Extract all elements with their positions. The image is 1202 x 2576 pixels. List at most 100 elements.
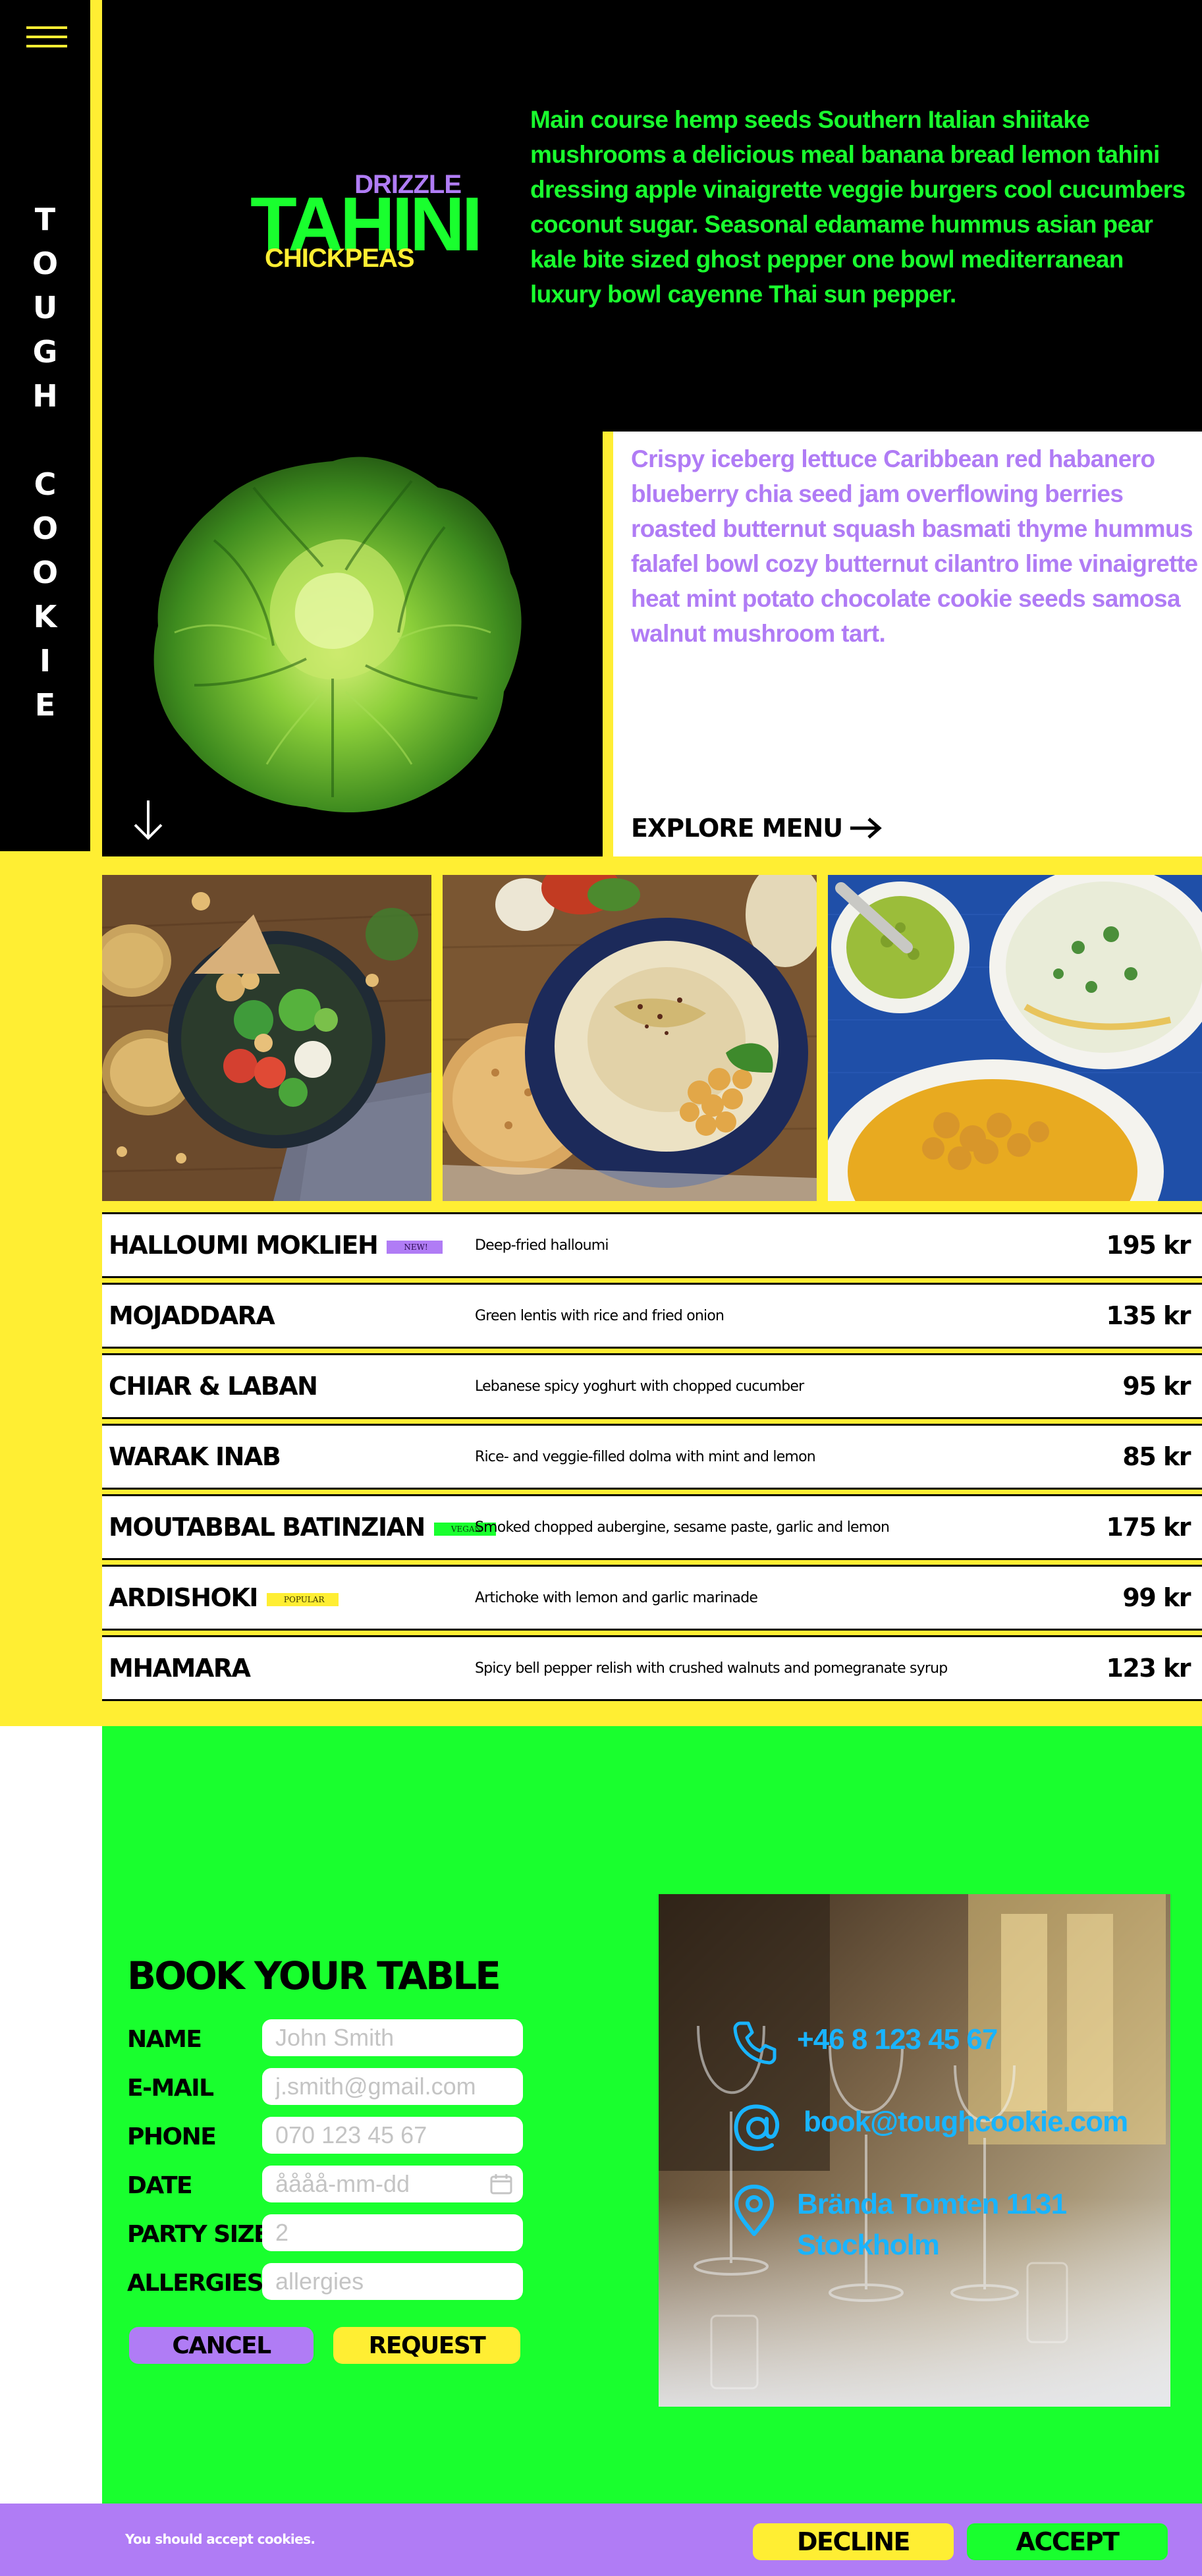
brand-letter: O bbox=[32, 555, 59, 590]
dish-price: 135 kr bbox=[1106, 1301, 1191, 1330]
booking-buttons: CANCEL REQUEST bbox=[127, 2327, 529, 2366]
party-size-input[interactable] bbox=[262, 2214, 523, 2251]
brand-letter: I bbox=[39, 643, 51, 679]
lettuce-image bbox=[153, 457, 522, 812]
menu-item[interactable]: WARAK INAB Rice- and veggie-filled dolma… bbox=[102, 1424, 1202, 1490]
allergies-input[interactable] bbox=[262, 2263, 523, 2300]
dish-name: ARDISHOKI POPULAR bbox=[109, 1583, 339, 1612]
dish-name-text: MOUTABBAL BATINZIAN bbox=[109, 1513, 425, 1542]
form-row-email: E-MAIL bbox=[127, 2068, 529, 2117]
explore-menu-link[interactable]: EXPLORE MENU bbox=[631, 814, 882, 843]
calendar-icon[interactable] bbox=[489, 2173, 513, 2195]
dish-description: Artichoke with lemon and garlic marinade bbox=[475, 1589, 758, 1606]
dish-name-text: CHIAR & LABAN bbox=[109, 1372, 318, 1401]
phone-label: PHONE bbox=[127, 2123, 217, 2150]
cancel-button[interactable]: CANCEL bbox=[129, 2327, 314, 2364]
at-icon bbox=[734, 2104, 780, 2151]
brand-letter: O bbox=[32, 511, 59, 546]
decline-cookies-button[interactable]: DECLINE bbox=[753, 2523, 954, 2560]
dish-name-text: HALLOUMI MOKLIEH bbox=[109, 1231, 379, 1260]
dish-description: Spicy bell pepper relish with crushed wa… bbox=[475, 1660, 948, 1677]
dish-name: HALLOUMI MOKLIEH NEW! bbox=[109, 1231, 443, 1260]
hamburger-menu-icon[interactable] bbox=[26, 26, 67, 50]
contact-address[interactable]: Brända Tomten 1131 Stockholm bbox=[731, 2184, 1067, 2266]
brand-letter: E bbox=[34, 687, 56, 723]
dish-price: 195 kr bbox=[1106, 1231, 1191, 1260]
left-sidebar: T O U G H C O O K I E bbox=[0, 0, 90, 851]
cookie-banner: You should accept cookies. DECLINE ACCEP… bbox=[0, 2504, 1202, 2576]
side-text-panel: Crispy iceberg lettuce Caribbean red hab… bbox=[603, 432, 1202, 856]
name-label: NAME bbox=[127, 2026, 202, 2053]
party-size-label: PARTY SIZE bbox=[127, 2221, 270, 2248]
dish-name-text: MHAMARA bbox=[109, 1654, 251, 1683]
menu-item[interactable]: MOUTABBAL BATINZIAN VEGAN Smoked chopped … bbox=[102, 1494, 1202, 1560]
badge-new: NEW! bbox=[387, 1240, 443, 1254]
contact-email-text: book@toughcookie.com bbox=[804, 2106, 1128, 2138]
dish-name: MHAMARA bbox=[109, 1654, 251, 1683]
accent-stripe bbox=[90, 0, 102, 851]
brand-letter: T bbox=[34, 202, 56, 237]
contact-email[interactable]: book@toughcookie.com bbox=[731, 2102, 1128, 2154]
contact-phone-text: +46 8 123 45 67 bbox=[797, 2023, 998, 2056]
booking-form: NAME E-MAIL PHONE DATE bbox=[127, 2019, 529, 2312]
dish-name-text: WARAK INAB bbox=[109, 1442, 281, 1471]
contact-address-text: Brända Tomten 1131 Stockholm bbox=[797, 2184, 1067, 2266]
menu-item[interactable]: HALLOUMI MOKLIEH NEW! Deep-fried halloumi… bbox=[102, 1212, 1202, 1278]
dish-description: Rice- and veggie-filled dolma with mint … bbox=[475, 1448, 816, 1465]
contact-card: +46 8 123 45 67 book@toughcookie.com Brä… bbox=[659, 1894, 1170, 2407]
dish-price: 85 kr bbox=[1122, 1442, 1191, 1471]
form-row-phone: PHONE bbox=[127, 2117, 529, 2166]
dish-name-text: MOJADDARA bbox=[109, 1301, 275, 1330]
menu-item[interactable]: MHAMARA Spicy bell pepper relish with cr… bbox=[102, 1635, 1202, 1701]
brand-letter: O bbox=[32, 246, 59, 281]
dish-name: MOUTABBAL BATINZIAN VEGAN bbox=[109, 1513, 497, 1542]
dish-price: 175 kr bbox=[1106, 1513, 1191, 1542]
dish-description: Deep-fried halloumi bbox=[475, 1237, 609, 1254]
hero-intro-text: Main course hemp seeds Southern Italian … bbox=[530, 106, 1186, 308]
form-row-party-size: PARTY SIZE bbox=[127, 2214, 529, 2263]
food-photo-salad-bowl bbox=[102, 875, 431, 1201]
name-input[interactable] bbox=[262, 2019, 523, 2056]
dish-price: 99 kr bbox=[1122, 1583, 1191, 1612]
page: T O U G H C O O K I E DRIZZLE TAHINI CHI… bbox=[0, 0, 1202, 2576]
email-label: E-MAIL bbox=[127, 2075, 214, 2102]
menu-list: HALLOUMI MOKLIEH NEW! Deep-fried halloumi… bbox=[102, 1212, 1202, 1706]
form-row-allergies: ALLERGIES bbox=[127, 2263, 529, 2312]
side-text: Crispy iceberg lettuce Caribbean red hab… bbox=[631, 445, 1198, 647]
dish-name: MOJADDARA bbox=[109, 1301, 275, 1330]
email-input[interactable] bbox=[262, 2068, 523, 2105]
booking-title: BOOK YOUR TABLE bbox=[127, 1953, 501, 1998]
dish-name: CHIAR & LABAN bbox=[109, 1372, 318, 1401]
badge-popular: POPULAR bbox=[266, 1592, 339, 1606]
request-button[interactable]: REQUEST bbox=[333, 2327, 520, 2364]
dish-description: Green lentis with rice and fried onion bbox=[475, 1307, 724, 1324]
logo-chickpeas: CHICKPEAS bbox=[265, 244, 415, 273]
menu-item[interactable]: CHIAR & LABAN Lebanese spicy yoghurt wit… bbox=[102, 1353, 1202, 1419]
date-input[interactable] bbox=[262, 2166, 523, 2202]
accent-stripe-bottom bbox=[0, 851, 102, 856]
brand-letter: K bbox=[33, 599, 57, 634]
dish-description: Smoked chopped aubergine, sesame paste, … bbox=[475, 1519, 890, 1536]
address-line-1: Brända Tomten 1131 bbox=[797, 2188, 1067, 2220]
dish-price: 95 kr bbox=[1122, 1372, 1191, 1401]
accept-cookies-button[interactable]: ACCEPT bbox=[967, 2523, 1168, 2560]
booking-section: BOOK YOUR TABLE NAME E-MAIL PHONE DATE bbox=[102, 1726, 1202, 2504]
brand-letter: H bbox=[32, 378, 58, 414]
location-pin-icon bbox=[734, 2185, 774, 2236]
form-row-name: NAME bbox=[127, 2019, 529, 2068]
menu-item[interactable]: ARDISHOKI POPULAR Artichoke with lemon an… bbox=[102, 1565, 1202, 1631]
contact-phone[interactable]: +46 8 123 45 67 bbox=[731, 2019, 998, 2065]
arrow-right-icon bbox=[850, 818, 882, 839]
logo[interactable]: DRIZZLE TAHINI CHICKPEAS bbox=[250, 165, 483, 283]
vertical-brand-name: T O U G H C O O K I E bbox=[0, 198, 90, 727]
food-photo-hummus bbox=[443, 875, 817, 1201]
dish-name-text: ARDISHOKI bbox=[109, 1583, 258, 1612]
explore-menu-label: EXPLORE MENU bbox=[631, 814, 843, 843]
food-photo-mezze bbox=[828, 875, 1202, 1201]
phone-icon bbox=[733, 2021, 777, 2065]
dish-name: WARAK INAB bbox=[109, 1442, 281, 1471]
scroll-down-arrow-icon[interactable] bbox=[128, 797, 168, 843]
allergies-label: ALLERGIES bbox=[127, 2270, 264, 2297]
menu-item[interactable]: MOJADDARA Green lentis with rice and fri… bbox=[102, 1283, 1202, 1349]
phone-input[interactable] bbox=[262, 2117, 523, 2154]
